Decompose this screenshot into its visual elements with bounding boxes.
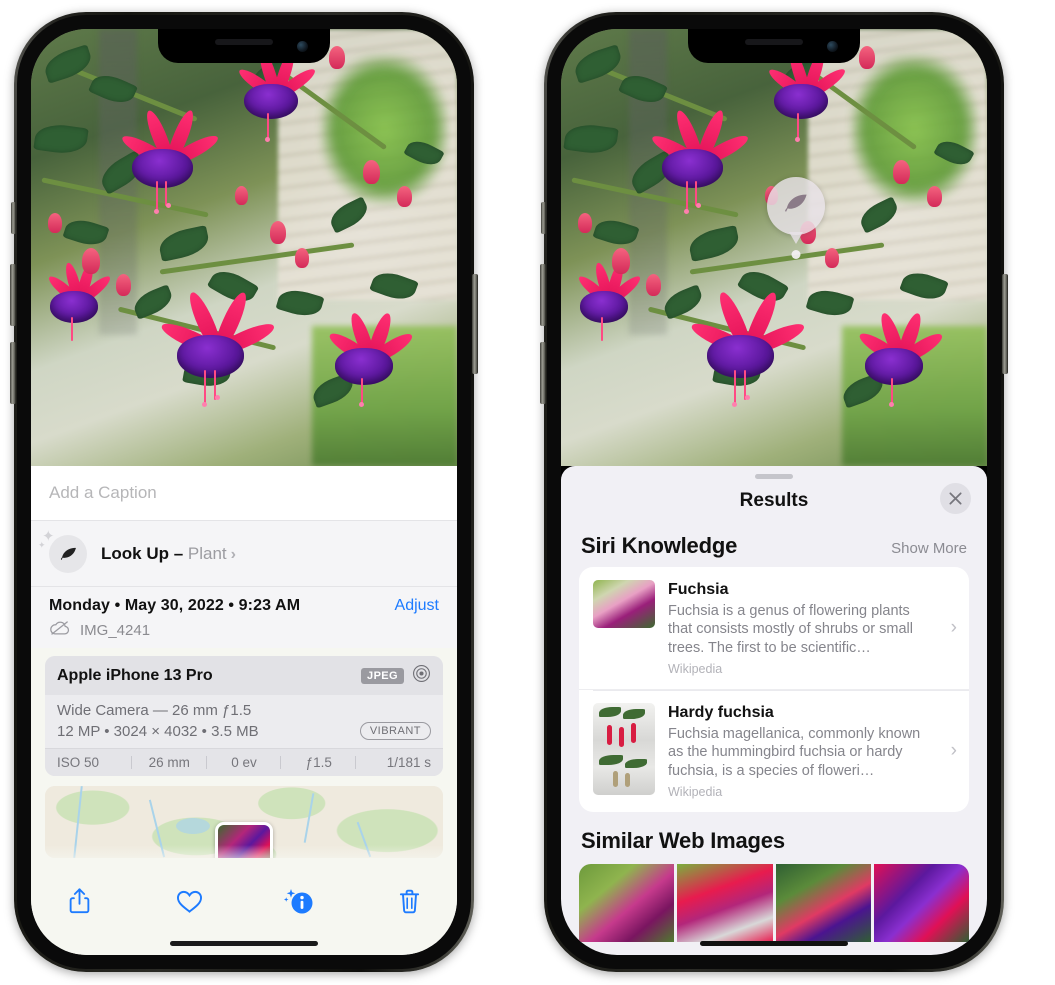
left-phone-screen: Add a Caption ✦ ✦ Look Up – Plant › Mond… <box>31 29 457 955</box>
chevron-right-icon: › <box>950 617 957 639</box>
knowledge-description: Fuchsia magellanica, commonly known as t… <box>668 725 921 779</box>
fuchsia-flower <box>150 289 278 407</box>
similar-web-images-header: Similar Web Images <box>561 812 987 858</box>
exif-row: ISO 50 26 mm 0 ev ƒ1.5 1/181 s <box>45 748 443 776</box>
front-camera <box>827 41 838 52</box>
power-button-left[interactable] <box>472 274 478 374</box>
visual-lookup-badge[interactable] <box>767 177 825 235</box>
caption-input[interactable]: Add a Caption <box>49 483 157 503</box>
fuchsia-flower <box>223 49 319 142</box>
similar-images-row <box>579 864 969 943</box>
fuchsia-flower <box>753 49 849 142</box>
knowledge-item[interactable]: Hardy fuchsia Fuchsia magellanica, commo… <box>579 689 969 812</box>
look-up-row[interactable]: ✦ ✦ Look Up – Plant › <box>31 520 457 586</box>
show-more-button[interactable]: Show More <box>891 540 967 557</box>
chevron-right-icon: › <box>950 740 957 762</box>
similar-image-thumbnail[interactable] <box>579 864 675 943</box>
photographic-style-badge: VIBRANT <box>359 722 431 740</box>
photo-date: Monday • May 30, 2022 • 9:23 AM <box>49 597 301 614</box>
knowledge-title: Hardy fuchsia <box>668 704 774 722</box>
notch-left <box>158 29 330 63</box>
section-title: Siri Knowledge <box>581 533 738 558</box>
knowledge-thumbnail <box>593 703 655 796</box>
photo-info-sheet: Add a Caption ✦ ✦ Look Up – Plant › Mond… <box>31 466 457 955</box>
fuchsia-flower <box>108 108 221 215</box>
lens-info: Wide Camera — 26 mm ƒ1.5 <box>57 702 252 719</box>
photo-viewer-right[interactable] <box>561 29 987 466</box>
exif-shutter: 1/181 s <box>355 755 431 770</box>
share-icon[interactable] <box>57 881 101 921</box>
chevron-right-icon: › <box>230 546 236 563</box>
earpiece-speaker <box>745 39 803 45</box>
sparkle-icon-small: ✦ <box>38 540 46 550</box>
earpiece-speaker <box>215 39 273 45</box>
front-camera <box>297 41 308 52</box>
look-up-dash: – <box>169 544 188 563</box>
power-button-right[interactable] <box>1002 274 1008 374</box>
image-specs: 12 MP • 3024 × 4032 • 3.5 MB <box>57 722 259 740</box>
similar-image-thumbnail[interactable] <box>677 864 773 943</box>
sheet-grabber[interactable] <box>755 474 793 479</box>
right-phone: Results Siri Knowledge Show More Fuchsia… <box>540 12 1008 972</box>
fuchsia-flower <box>680 289 808 407</box>
sheet-scroll-fade <box>31 845 457 867</box>
volume-up-button-right[interactable] <box>540 264 546 326</box>
cloud-slash-icon <box>49 620 71 640</box>
knowledge-item[interactable]: Fuchsia Fuchsia is a genus of flowering … <box>579 567 969 689</box>
aperture-icon <box>412 664 431 687</box>
fuchsia-flower <box>31 261 117 342</box>
look-up-title: Look Up <box>101 544 169 563</box>
home-indicator-left[interactable] <box>170 941 318 946</box>
volume-down-button-left[interactable] <box>10 342 16 404</box>
knowledge-source: Wikipedia <box>668 785 723 800</box>
fuchsia-flower <box>312 311 416 408</box>
exif-exposure: 0 ev <box>205 755 282 770</box>
format-badge: JPEG <box>361 667 404 684</box>
knowledge-source: Wikipedia <box>668 662 723 677</box>
volume-down-button-right[interactable] <box>540 342 546 404</box>
home-indicator-right[interactable] <box>700 941 848 946</box>
knowledge-title: Fuchsia <box>668 581 729 598</box>
similar-image-thumbnail[interactable] <box>775 864 871 943</box>
trash-icon[interactable] <box>387 881 431 921</box>
leaf-icon: ✦ ✦ <box>38 529 87 573</box>
photo-metadata: Monday • May 30, 2022 • 9:23 AM Adjust I… <box>31 586 457 648</box>
fuchsia-flower <box>561 261 647 342</box>
fuchsia-flower <box>638 108 751 215</box>
right-phone-screen: Results Siri Knowledge Show More Fuchsia… <box>561 29 987 955</box>
adjust-button[interactable]: Adjust <box>395 597 439 615</box>
knowledge-description: Fuchsia is a genus of flowering plants t… <box>668 602 913 656</box>
section-title: Similar Web Images <box>581 828 785 854</box>
photo-viewer-left[interactable] <box>31 29 457 466</box>
info-sparkle-icon[interactable] <box>277 881 321 921</box>
results-sheet: Results Siri Knowledge Show More Fuchsia… <box>561 466 987 955</box>
camera-model: Apple iPhone 13 Pro <box>57 666 213 684</box>
close-icon[interactable] <box>940 483 971 514</box>
knowledge-thumbnail <box>593 580 655 628</box>
siri-knowledge-card: Fuchsia Fuchsia is a genus of flowering … <box>579 567 969 813</box>
fuchsia-flower <box>842 311 946 408</box>
left-phone: Add a Caption ✦ ✦ Look Up – Plant › Mond… <box>10 12 478 972</box>
photo-filename: IMG_4241 <box>80 621 151 639</box>
notch-right <box>688 29 860 63</box>
leaf-icon <box>781 189 811 224</box>
caption-field-row[interactable]: Add a Caption <box>31 466 457 520</box>
exif-focal: 26 mm <box>130 755 207 770</box>
heart-icon[interactable] <box>167 881 211 921</box>
volume-up-button-left[interactable] <box>10 264 16 326</box>
look-up-label: Look Up – Plant › <box>101 544 236 564</box>
look-up-subject: Plant <box>187 544 227 563</box>
siri-knowledge-header: Siri Knowledge Show More <box>561 521 987 567</box>
results-title: Results <box>739 490 809 511</box>
exif-iso: ISO 50 <box>57 755 100 770</box>
mute-switch-right[interactable] <box>541 202 546 234</box>
camera-info-card[interactable]: Apple iPhone 13 Pro JPEG Wide Camera — 2… <box>45 656 443 776</box>
mute-switch-left[interactable] <box>11 202 16 234</box>
similar-image-thumbnail[interactable] <box>873 864 969 943</box>
exif-aperture: ƒ1.5 <box>280 755 356 770</box>
